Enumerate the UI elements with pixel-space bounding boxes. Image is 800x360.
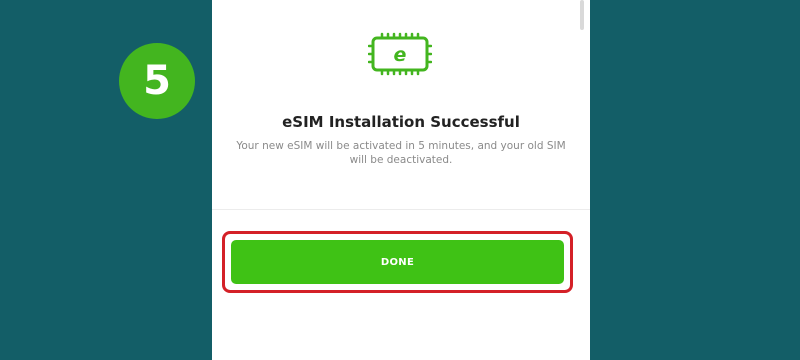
esim-chip-letter: e: [394, 44, 407, 66]
done-button-highlight: DONE: [222, 231, 573, 293]
esim-success-screen: e eSIM Installation Successful Your new …: [212, 0, 590, 360]
success-message: Your new eSIM will be activated in 5 min…: [236, 140, 566, 166]
esim-chip-icon: e: [368, 32, 432, 76]
scrollbar[interactable]: [580, 0, 584, 30]
divider: [212, 209, 590, 210]
done-button[interactable]: DONE: [231, 240, 564, 284]
success-title: eSIM Installation Successful: [282, 113, 520, 131]
step-number-badge: 5: [119, 43, 195, 119]
